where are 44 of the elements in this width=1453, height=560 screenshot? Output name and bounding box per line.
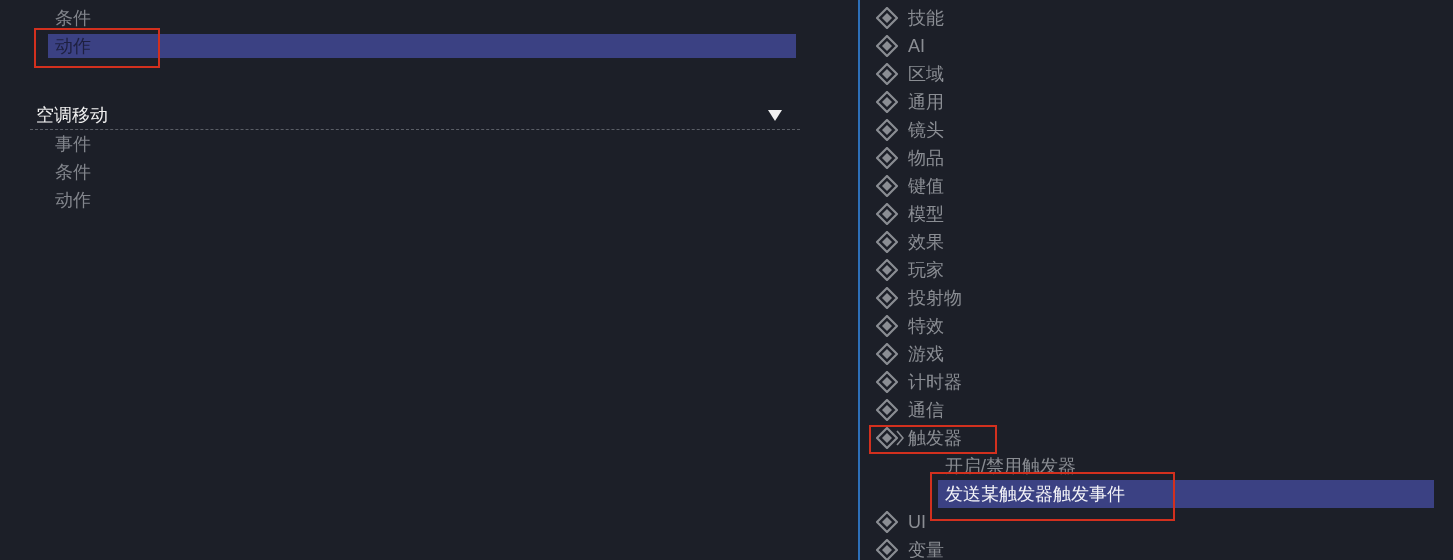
category-item[interactable]: AI: [908, 35, 925, 57]
list-item[interactable]: 条件: [48, 160, 796, 184]
diamond-icon: [876, 511, 898, 533]
category-item[interactable]: 键值: [908, 174, 944, 198]
triangle-icon[interactable]: [768, 108, 782, 121]
category-item[interactable]: 效果: [908, 230, 944, 254]
diamond-icon: [876, 91, 898, 113]
group-title: 空调移动: [36, 103, 108, 127]
category-item[interactable]: 特效: [908, 314, 944, 338]
diamond-icon: [876, 175, 898, 197]
category-item[interactable]: 玩家: [908, 258, 944, 282]
category-item[interactable]: 投射物: [908, 286, 962, 310]
diamond-icon: [876, 399, 898, 421]
diamond-icon: [876, 119, 898, 141]
category-item[interactable]: 镜头: [908, 118, 944, 142]
category-item[interactable]: UI: [908, 511, 926, 533]
category-item[interactable]: 区域: [908, 62, 944, 86]
diamond-icon: [876, 63, 898, 85]
chevron-icon[interactable]: [896, 430, 904, 446]
list-item[interactable]: 事件: [48, 132, 796, 156]
category-item[interactable]: 通信: [908, 398, 944, 422]
diamond-icon: [876, 539, 898, 560]
diamond-icon: [876, 343, 898, 365]
diamond-icon: [876, 287, 898, 309]
diamond-icon: [876, 315, 898, 337]
diamond-icon: [876, 7, 898, 29]
category-item[interactable]: 触发器: [908, 426, 962, 450]
diamond-icon: [876, 259, 898, 281]
diamond-icon: [876, 371, 898, 393]
category-item[interactable]: 技能: [908, 6, 944, 30]
category-item[interactable]: 通用: [908, 90, 944, 114]
category-item[interactable]: 物品: [908, 146, 944, 170]
diamond-icon: [876, 231, 898, 253]
list-item[interactable]: 发送某触发器触发事件: [938, 480, 1434, 508]
diamond-icon: [876, 203, 898, 225]
category-item[interactable]: 计时器: [908, 370, 962, 394]
category-item[interactable]: 模型: [908, 202, 944, 226]
diamond-icon: [876, 147, 898, 169]
category-item[interactable]: 游戏: [908, 342, 944, 366]
category-item[interactable]: 变量: [908, 538, 944, 560]
list-item[interactable]: 动作: [48, 188, 796, 212]
diamond-icon: [876, 35, 898, 57]
list-item[interactable]: 条件: [48, 6, 796, 30]
diamond-icon: [876, 427, 898, 449]
